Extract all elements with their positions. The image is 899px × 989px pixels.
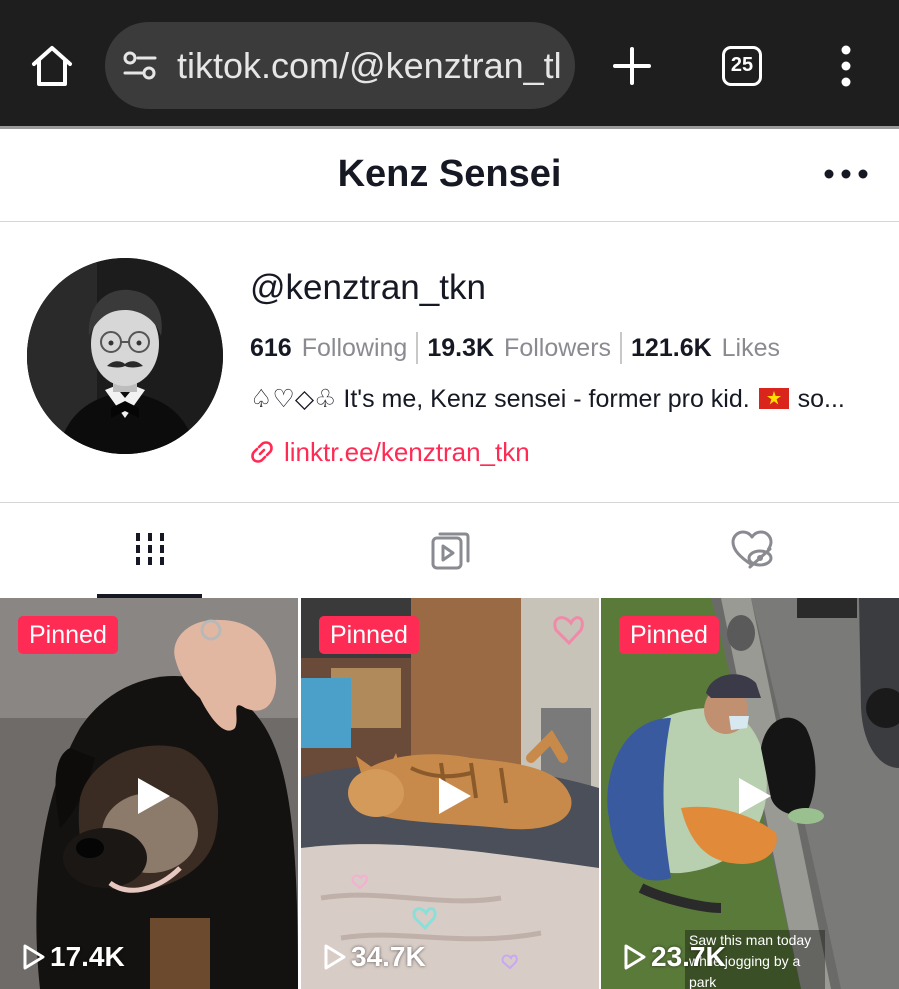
tab-liked[interactable] [600,503,899,598]
view-count-text: 17.4K [50,941,125,972]
video-grid: Pinned 17.4K Pinned 34.7K Pinned Saw thi… [0,598,899,989]
view-count: 23.7K [623,941,726,973]
profile-tabs [0,503,899,598]
vietnam-flag-icon [758,388,789,409]
videos-grid-icon [136,533,164,565]
profile-stats: 616 Following 19.3K Followers 121.6K Lik… [250,328,780,368]
play-icon [138,778,170,814]
home-icon[interactable] [28,42,76,90]
tab-switcher-button[interactable]: 25 [722,46,762,86]
video-card[interactable]: Pinned Saw this man today while jogging … [601,598,899,989]
following-count[interactable]: 616 [250,329,292,367]
likes-label: Likes [721,334,781,362]
video-card[interactable]: Pinned 17.4K [0,598,298,989]
view-count-text: 23.7K [651,941,726,972]
url-text[interactable]: tiktok.com/@kenztran_tl [177,44,563,88]
view-count: 17.4K [22,941,125,973]
view-count-text: 34.7K [351,941,426,972]
pinned-badge: Pinned [619,616,719,654]
play-icon [439,778,471,814]
followers-label[interactable]: Followers [504,329,611,367]
avatar-portrait [27,258,223,454]
profile-link-text[interactable]: linktr.ee/kenztran_tkn [284,437,530,468]
followers-count[interactable]: 19.3K [427,329,494,367]
bio-text-truncated: so... [797,385,845,413]
pinned-badge: Pinned [319,616,419,654]
play-outline-icon [324,944,346,970]
liked-hidden-icon [731,530,773,569]
likes-count: 121.6K [631,334,712,362]
site-settings-icon[interactable] [123,50,157,82]
tab-videos[interactable] [0,503,300,598]
username: @kenztran_tkn [250,268,486,307]
new-tab-icon[interactable] [611,45,653,87]
play-outline-icon [23,944,45,970]
avatar[interactable] [27,258,223,454]
pinned-badge: Pinned [18,616,118,654]
profile-header: Kenz Sensei [0,129,899,222]
stats-divider [416,332,419,364]
play-icon [739,778,771,814]
profile-link[interactable]: linktr.ee/kenztran_tkn [250,432,530,472]
link-icon [251,441,273,463]
repost-icon [431,532,470,570]
play-outline-icon [624,944,646,970]
view-count: 34.7K [323,941,426,973]
following-label[interactable]: Following [302,329,408,367]
bio-text: ♤♡◇♧ It's me, Kenz sensei - former pro k… [250,385,750,413]
browser-toolbar: tiktok.com/@kenztran_tl 25 [0,0,899,128]
tab-reposts[interactable] [300,503,600,598]
profile-bio[interactable]: ♤♡◇♧ It's me, Kenz sensei - former pro k… [250,380,875,418]
page-title: Kenz Sensei [337,153,562,195]
video-card[interactable]: Pinned 34.7K [301,598,599,989]
address-bar[interactable]: tiktok.com/@kenztran_tl [105,22,575,109]
stats-divider [620,332,623,364]
more-options-icon[interactable] [822,167,870,181]
browser-menu-icon[interactable] [836,44,856,88]
